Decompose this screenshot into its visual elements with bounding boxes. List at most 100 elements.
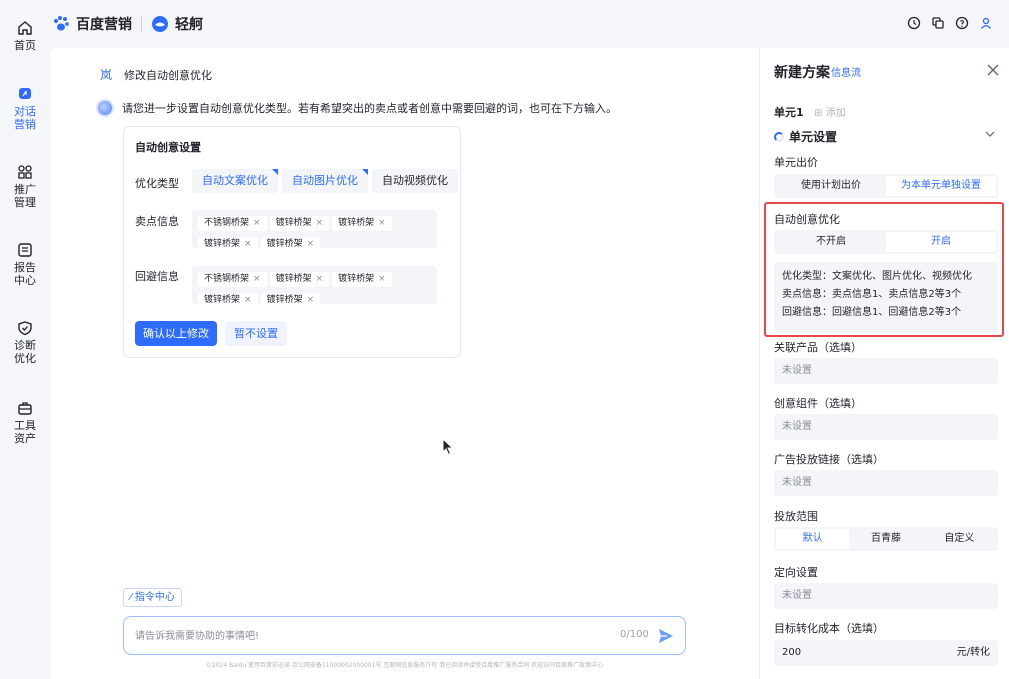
baidu-paw-icon: [54, 16, 69, 31]
summary-line: 卖点信息：卖点信息1、卖点信息2等3个: [782, 289, 962, 300]
remove-tag-icon[interactable]: ×: [244, 295, 252, 304]
close-icon[interactable]: [987, 64, 999, 76]
product-label: 关联产品（选填）: [774, 341, 862, 354]
selling-label: 卖点信息: [135, 215, 179, 228]
grid-icon: [18, 165, 32, 179]
loading-spinner-icon: [774, 131, 784, 142]
option-image-optimization[interactable]: 自动图片优化: [282, 169, 368, 193]
component-label: 创意组件（选填）: [774, 397, 862, 410]
top-header: 百度营销 轻舸: [50, 0, 1009, 48]
component-field[interactable]: 未设置: [774, 414, 998, 440]
bid-option-unit[interactable]: 为本单元单独设置: [886, 176, 996, 196]
bid-option-plan[interactable]: 使用计划出价: [776, 176, 886, 196]
plus-icon: ⊞: [814, 108, 823, 119]
scope-segmented: 默认 百青藤 自定义: [774, 527, 998, 551]
unit-settings-header[interactable]: 单元设置: [774, 128, 837, 145]
scope-baiqingteng-option[interactable]: 百青藤: [849, 529, 922, 549]
unit-tab[interactable]: 单元1: [774, 104, 804, 120]
remove-tag-icon[interactable]: ×: [316, 274, 324, 284]
summary-line: 回避信息：回避信息1、回避信息2等3个: [782, 307, 962, 318]
nav-item-dialog-marketing[interactable]: 对话 营销: [0, 86, 50, 131]
remove-tag-icon[interactable]: ×: [253, 218, 261, 228]
briefcase-icon: [18, 402, 32, 415]
cost-unit: 元/转化: [956, 647, 990, 658]
remove-tag-icon[interactable]: ×: [316, 218, 324, 228]
logo[interactable]: 百度营销 轻舸: [52, 14, 203, 34]
tag[interactable]: 不锈钢桥架 ×: [198, 272, 267, 287]
selling-points-input[interactable]: 不锈钢桥架 × 镀锌桥架 × 镀锌桥架 ×镀锌桥架 × 镀锌桥架 ×: [192, 210, 437, 248]
auto-off-option[interactable]: 不开启: [776, 232, 886, 252]
tag[interactable]: 镀锌桥架 ×: [198, 293, 258, 304]
auto-creative-label: 自动创意优化: [774, 213, 840, 226]
magic-wand-icon: ⁄: [130, 592, 132, 603]
chat-input[interactable]: [135, 626, 605, 646]
scope-label: 投放范围: [774, 510, 818, 523]
product-field[interactable]: 未设置: [774, 358, 998, 384]
cost-label: 目标转化成本（选填）: [774, 622, 884, 635]
home-icon: [18, 21, 32, 35]
option-video-optimization[interactable]: 自动视频优化: [372, 169, 458, 193]
nav-label: 工具 资产: [14, 419, 36, 445]
link-field[interactable]: 未设置: [774, 470, 998, 496]
remove-tag-icon[interactable]: ×: [307, 239, 315, 248]
chat-input-box: 0/100: [123, 616, 686, 655]
scope-default-option[interactable]: 默认: [776, 529, 850, 549]
tag[interactable]: 镀锌桥架 ×: [198, 237, 258, 248]
skip-settings-button[interactable]: 暂不设置: [225, 321, 287, 346]
header-tools: [907, 16, 993, 30]
command-center-label: 指令中心: [134, 592, 175, 603]
chat-icon: [19, 88, 31, 99]
plan-type-badge: 信息流: [831, 68, 861, 79]
confirm-changes-button[interactable]: 确认以上修改: [135, 321, 217, 346]
user-avatar: 岚: [100, 68, 113, 82]
tag[interactable]: 镀锌桥架 ×: [269, 216, 330, 231]
command-center-button[interactable]: ⁄ 指令中心: [123, 588, 182, 607]
cost-field[interactable]: 200 元/转化: [774, 640, 998, 666]
nav-item-tools[interactable]: 工具 资产: [0, 400, 50, 445]
cost-value: 200: [782, 647, 802, 658]
auto-on-option[interactable]: 开启: [886, 232, 996, 252]
tag[interactable]: 镀锌桥架 ×: [332, 272, 392, 287]
copy-icon[interactable]: [931, 16, 945, 30]
user-icon[interactable]: [979, 16, 993, 30]
brand-name: 百度营销: [76, 17, 132, 33]
send-icon[interactable]: [657, 627, 675, 645]
tag[interactable]: 不锈钢桥架 ×: [198, 216, 267, 231]
nav-label: 报告 中心: [14, 261, 36, 287]
add-unit-button[interactable]: ⊞ 添加: [814, 104, 846, 119]
nav-label: 首页: [14, 39, 36, 52]
tag[interactable]: 镀锌桥架 ×: [269, 272, 330, 287]
chat-panel: 岚 修改自动创意优化 请您进一步设置自动创意优化类型。若有希望突出的卖点或者创意…: [50, 48, 759, 679]
nav-item-diagnosis[interactable]: 诊断 优化: [0, 320, 50, 365]
remove-tag-icon[interactable]: ×: [253, 274, 261, 284]
type-label: 优化类型: [135, 177, 179, 190]
tag[interactable]: 镀锌桥架 ×: [332, 216, 392, 231]
scope-custom-option[interactable]: 自定义: [923, 529, 996, 549]
bot-message-text: 请您进一步设置自动创意优化类型。若有希望突出的卖点或者创意中需要回避的词，也可在…: [122, 102, 617, 115]
remove-tag-icon[interactable]: ×: [378, 218, 386, 228]
targeting-field[interactable]: 未设置: [774, 583, 998, 609]
link-label: 广告投放链接（选填）: [774, 453, 884, 466]
left-nav: 首页 对话 营销 推广 管理 报告 中心 诊断 优化 工具 资产: [0, 0, 50, 679]
tag[interactable]: 镀锌桥架 ×: [260, 293, 321, 304]
nav-item-report[interactable]: 报告 中心: [0, 242, 50, 287]
avoid-words-input[interactable]: 不锈钢桥架 × 镀锌桥架 × 镀锌桥架 ×镀锌桥架 × 镀锌桥架 ×: [192, 266, 437, 304]
help-icon[interactable]: [955, 16, 969, 30]
product-name: 轻舸: [175, 17, 203, 33]
nav-item-home[interactable]: 首页: [0, 20, 50, 52]
remove-tag-icon[interactable]: ×: [307, 295, 315, 304]
bot-avatar: [96, 99, 114, 117]
chevron-down-icon[interactable]: [985, 130, 995, 138]
nav-label: 推广 管理: [14, 183, 36, 209]
add-unit-label: 添加: [825, 108, 846, 119]
optimization-type-options: 自动文案优化 自动图片优化 自动视频优化: [192, 169, 458, 193]
auto-creative-segmented: 不开启 开启: [774, 230, 998, 254]
card-title: 自动创意设置: [135, 141, 201, 154]
option-text-optimization[interactable]: 自动文案优化: [192, 169, 278, 193]
tag[interactable]: 镀锌桥架 ×: [260, 237, 321, 248]
nav-item-promotion[interactable]: 推广 管理: [0, 164, 50, 209]
remove-tag-icon[interactable]: ×: [244, 239, 252, 248]
clock-icon[interactable]: [907, 16, 921, 30]
remove-tag-icon[interactable]: ×: [378, 274, 386, 284]
avoid-label: 回避信息: [135, 270, 179, 283]
